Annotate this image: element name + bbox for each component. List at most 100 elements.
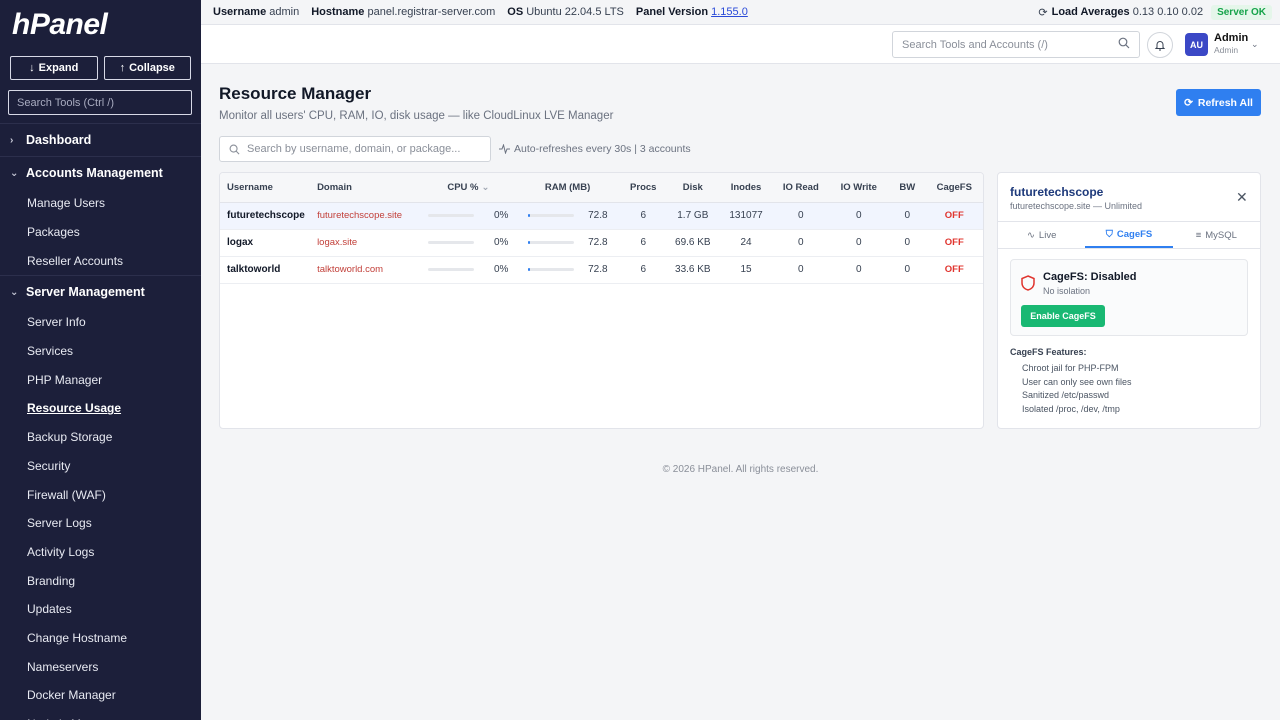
cell-domain[interactable]: futuretechscope.site: [317, 202, 421, 229]
table-row[interactable]: talktoworld talktoworld.com 0% 72.8 6 33.6 KB…: [220, 256, 983, 283]
user-menu[interactable]: Admin Admin: [1214, 32, 1248, 56]
sidebar-item-updates[interactable]: Updates: [0, 595, 201, 624]
panel-tabs: ∿ Live ⛉ CageFS ≡ MySQL: [998, 221, 1260, 249]
cell-cpu-bar: [428, 214, 475, 217]
column-header-bw[interactable]: BW: [889, 173, 926, 202]
load-averages: 0.13 0.10 0.02: [1132, 6, 1204, 18]
sidebar-group-server-management[interactable]: ⌄ Server Management: [0, 275, 201, 308]
cell-cpu: 0%: [421, 229, 515, 256]
column-header-cagefs[interactable]: CageFS: [926, 173, 983, 202]
cell-disk: 1.7 GB: [677, 210, 709, 221]
sidebar-item-resource-usage[interactable]: Resource Usage: [0, 394, 201, 423]
enable-cagefs-button[interactable]: Enable CageFS: [1021, 305, 1105, 327]
cell-ram-bar: [527, 268, 574, 271]
sidebar: hPanel ↓ Expand ↑ Collapse Search Tools (C…: [0, 0, 201, 720]
sidebar-item-docker-manager[interactable]: Docker Manager: [0, 681, 201, 710]
panel-subtitle: futuretechscope.site — Unlimited: [1010, 201, 1143, 211]
sidebar-group-accounts-management[interactable]: ⌄ Accounts Management: [0, 156, 201, 189]
cell-io-write: 0: [855, 237, 862, 248]
cagefs-status: CageFS: Disabled: [1043, 271, 1137, 283]
cell-cpu-bar: [428, 241, 475, 244]
sidebar-item-node-js-manager[interactable]: Node.js Manager: [0, 710, 201, 720]
cell-bw: 0: [904, 210, 911, 221]
column-header-ram-mb[interactable]: RAM (MB): [515, 173, 619, 202]
column-header-domain[interactable]: Domain: [317, 173, 421, 202]
sidebar-item-nameservers[interactable]: Nameservers: [0, 652, 201, 681]
column-header-procs[interactable]: Procs: [620, 173, 667, 202]
global-search-input[interactable]: Search Tools and Accounts (/): [892, 31, 1140, 58]
hpanel-logo[interactable]: hPanel: [0, 0, 201, 50]
cell-disk: 69.6 KB: [675, 237, 711, 248]
panel-title: futuretechscope: [1010, 185, 1104, 199]
cell-cagefs: OFF: [926, 256, 983, 283]
notifications-button[interactable]: [1147, 32, 1173, 58]
chevron-down-icon: ⌄: [10, 286, 19, 298]
cagefs-badge: OFF: [944, 237, 964, 248]
sidebar-item-manage-users[interactable]: Manage Users: [0, 189, 201, 218]
cell-ram: 72.8: [515, 229, 619, 256]
cell-procs: 6: [640, 264, 647, 275]
table-row[interactable]: futuretechscope futuretechscope.site 0% 72.…: [220, 202, 983, 229]
cell-ram: 72.8: [515, 202, 619, 229]
cell-disk: 33.6 KB: [675, 264, 711, 275]
column-header-disk[interactable]: Disk: [667, 173, 719, 202]
tab-mysql[interactable]: ≡ MySQL: [1173, 222, 1260, 248]
server-status-badge: Server OK: [1211, 4, 1272, 20]
refresh-all-button[interactable]: ⟳ Refresh All: [1176, 89, 1261, 116]
sidebar-item-reseller-accounts[interactable]: Reseller Accounts: [0, 246, 201, 275]
resource-table-card: Username Domain CPU % ⌄ RAM (MB) Procs Disk Ino…: [219, 172, 984, 429]
status-bar: Username admin Hostname panel.registrar-…: [201, 0, 1280, 25]
account-search-input[interactable]: Search by username, domain, or package..…: [219, 136, 491, 162]
sidebar-item-change-hostname[interactable]: Change Hostname: [0, 624, 201, 653]
sidebar-item-branding[interactable]: Branding: [0, 566, 201, 595]
sidebar-item-services[interactable]: Services: [0, 337, 201, 366]
sidebar-search-input[interactable]: Search Tools (Ctrl /): [8, 90, 192, 115]
cell-ram: 72.8: [515, 256, 619, 283]
auto-refresh-info: Auto-refreshes every 30s | 3 accounts: [499, 143, 691, 155]
cell-domain[interactable]: talktoworld.com: [317, 256, 421, 283]
close-icon[interactable]: ✕: [1236, 189, 1248, 206]
cell-procs: 6: [640, 237, 647, 248]
sidebar-item-security[interactable]: Security: [0, 452, 201, 481]
column-header-io-write[interactable]: IO Write: [828, 173, 889, 202]
sidebar-item-activity-logs[interactable]: Activity Logs: [0, 538, 201, 567]
column-header-cpu[interactable]: CPU % ⌄: [421, 173, 515, 202]
collapse-button[interactable]: ↑ Collapse: [103, 56, 191, 80]
cagefs-sub: No isolation: [1043, 286, 1091, 296]
tab-live[interactable]: ∿ Live: [998, 222, 1085, 248]
cell-domain[interactable]: logax.site: [317, 229, 421, 256]
expand-button[interactable]: ↓ Expand: [10, 56, 98, 80]
table-row[interactable]: logax logax.site 0% 72.8 6 69.6 KB 24 0 0 0 OFF: [220, 229, 983, 256]
panel-version-link[interactable]: 1.155.0: [711, 6, 748, 18]
cell-inodes: 131077: [729, 210, 763, 221]
tab-cagefs[interactable]: ⛉ CageFS: [1085, 222, 1173, 248]
arrow-up-icon: ↑: [119, 62, 126, 74]
sidebar-item-packages[interactable]: Packages: [0, 218, 201, 247]
cell-bw: 0: [904, 237, 911, 248]
avatar[interactable]: AU: [1185, 33, 1208, 56]
column-header-username[interactable]: Username: [220, 173, 317, 202]
cell-cpu: 0%: [421, 202, 515, 229]
sidebar-item-server-logs[interactable]: Server Logs: [0, 509, 201, 538]
cell-cpu-bar: [428, 268, 475, 271]
cell-cagefs: OFF: [926, 202, 983, 229]
sidebar-group-dashboard[interactable]: › Dashboard: [0, 123, 201, 156]
footer: © 2026 HPanel. All rights reserved.: [662, 464, 819, 475]
column-header-io-read[interactable]: IO Read: [773, 173, 828, 202]
refresh-icon: ⟳: [1038, 6, 1048, 19]
cell-io-write: 0: [855, 264, 862, 275]
cell-io-read: 0: [798, 264, 804, 275]
sidebar-item-firewall-waf-[interactable]: Firewall (WAF): [0, 480, 201, 509]
column-header-inodes[interactable]: Inodes: [719, 173, 773, 202]
sidebar-item-server-info[interactable]: Server Info: [0, 308, 201, 337]
cell-cpu: 0%: [421, 256, 515, 283]
chevron-down-icon[interactable]: ⌄: [1251, 39, 1259, 50]
sidebar-item-php-manager[interactable]: PHP Manager: [0, 365, 201, 394]
cagefs-badge: OFF: [944, 210, 964, 221]
arrow-down-icon: ↓: [29, 62, 35, 74]
sidebar-nav: › Dashboard ⌄ Accounts Management Manage Use…: [0, 123, 201, 720]
cagefs-badge: OFF: [944, 264, 964, 275]
refresh-icon: ⟳: [1184, 96, 1193, 109]
cagefs-status-box: CageFS: Disabled No isolation Enable Cag…: [1010, 259, 1248, 336]
sidebar-item-backup-storage[interactable]: Backup Storage: [0, 423, 201, 452]
